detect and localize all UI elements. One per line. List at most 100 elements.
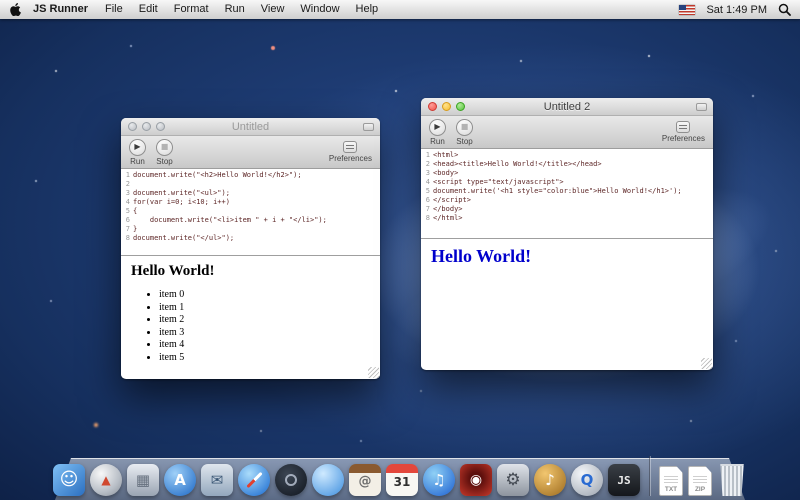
dock-item-trash[interactable] <box>717 462 747 496</box>
code-line: 6</script> <box>421 196 713 205</box>
code-text: document.write('<h1 style="color:blue">H… <box>433 187 682 196</box>
menu-view[interactable]: View <box>253 0 293 19</box>
preferences-icon <box>676 121 690 133</box>
menu-window[interactable]: Window <box>292 0 347 19</box>
output-pane[interactable]: Hello World! item 0 item 1 item 2 item 3… <box>121 255 380 378</box>
dock-item-ical[interactable]: 31 <box>386 464 418 496</box>
output-pane[interactable]: Hello World! <box>421 238 713 369</box>
close-button[interactable] <box>128 122 137 131</box>
close-button[interactable] <box>428 102 437 111</box>
apple-menu-icon[interactable] <box>10 3 21 16</box>
play-icon: ▶ <box>134 143 140 151</box>
code-text: document.write("<ul>"); <box>133 189 230 198</box>
toolbar: ▶ Run ■ Stop Preferences <box>421 116 713 149</box>
spotlight-icon[interactable] <box>778 3 791 16</box>
code-line: 6 document.write("<li>item " + i + "</li… <box>121 216 380 225</box>
dock-item-app-store[interactable]: A <box>164 464 196 496</box>
trash-icon <box>718 464 746 496</box>
run-button[interactable]: ▶ Run <box>129 139 146 166</box>
code-line: 8</html> <box>421 214 713 223</box>
code-line: 3document.write("<ul>"); <box>121 189 380 198</box>
finder-icon: ☺ <box>60 471 79 489</box>
menu-bar: JS Runner File Edit Format Run View Wind… <box>0 0 800 19</box>
dock-item-itunes[interactable]: ♫ <box>423 464 455 496</box>
line-number: 4 <box>421 178 433 187</box>
output-heading: Hello World! <box>431 246 703 267</box>
garageband-icon: ♪ <box>545 473 555 488</box>
code-editor[interactable]: 1<html> 2<head><title>Hello World!</titl… <box>421 149 713 238</box>
launchpad-rocket-icon: ▲ <box>101 474 110 486</box>
quicktime-icon: Q <box>581 473 594 488</box>
line-number: 1 <box>421 151 433 160</box>
dock-item-launchpad[interactable]: ▲ <box>90 464 122 496</box>
code-text: document.write("<h2>Hello World!</h2>"); <box>133 171 302 180</box>
stop-button[interactable]: ■ Stop <box>456 119 473 146</box>
dock-item-photo-booth[interactable]: ◉ <box>460 464 492 496</box>
minimize-button[interactable] <box>442 102 451 111</box>
mail-envelope-icon: ✉ <box>211 473 224 488</box>
code-text: { <box>133 207 137 216</box>
line-number: 5 <box>121 207 133 216</box>
dock-item-mail[interactable]: ✉ <box>201 464 233 496</box>
output-list-item: item 5 <box>159 352 370 365</box>
stop-button[interactable]: ■ Stop <box>156 139 173 166</box>
menu-clock[interactable]: Sat 1:49 PM <box>706 4 767 16</box>
menu-help[interactable]: Help <box>348 0 387 19</box>
stop-label: Stop <box>456 137 472 146</box>
toolbar-toggle-icon[interactable] <box>363 123 374 131</box>
code-line: 4<script type="text/javascript"> <box>421 178 713 187</box>
output-list-item: item 4 <box>159 339 370 352</box>
code-line: 2<head><title>Hello World!</title></head… <box>421 160 713 169</box>
run-button[interactable]: ▶ Run <box>429 119 446 146</box>
dock-item-system-preferences[interactable]: ⚙ <box>497 464 529 496</box>
zoom-button[interactable] <box>456 102 465 111</box>
line-number: 2 <box>121 180 133 189</box>
preferences-button[interactable]: Preferences <box>662 121 705 143</box>
code-editor[interactable]: 1document.write("<h2>Hello World!</h2>")… <box>121 169 380 255</box>
line-number: 6 <box>421 196 433 205</box>
dvd-player-icon <box>285 474 297 486</box>
line-number: 5 <box>421 187 433 196</box>
minimize-button[interactable] <box>142 122 151 131</box>
output-heading: Hello World! <box>131 263 370 280</box>
dock-item-finder[interactable]: ☺ <box>53 464 85 496</box>
code-line: 7} <box>121 225 380 234</box>
dock: ☺ ▲ ▦ A ✉ @ 31 ♫ ◉ ⚙ ♪ Q JS TXT ZIP <box>0 442 800 500</box>
code-line: 5document.write('<h1 style="color:blue">… <box>421 187 713 196</box>
dock-item-dvd-player[interactable] <box>275 464 307 496</box>
menu-format[interactable]: Format <box>166 0 217 19</box>
line-number: 4 <box>121 198 133 207</box>
menu-edit[interactable]: Edit <box>131 0 166 19</box>
input-source-flag-icon[interactable] <box>679 5 695 15</box>
dock-item-js-runner[interactable]: JS <box>608 464 640 496</box>
dock-item-iweb[interactable] <box>312 464 344 496</box>
itunes-note-icon: ♫ <box>432 473 445 488</box>
dock-item-quicktime[interactable]: Q <box>571 464 603 496</box>
js-runner-icon: JS <box>617 475 630 486</box>
zoom-button[interactable] <box>156 122 165 131</box>
dock-item-address-book[interactable]: @ <box>349 464 381 496</box>
title-bar[interactable]: Untitled <box>121 118 380 136</box>
code-text: } <box>133 225 137 234</box>
code-line: 5{ <box>121 207 380 216</box>
toolbar-toggle-icon[interactable] <box>696 103 707 111</box>
menu-file[interactable]: File <box>97 0 131 19</box>
dock-item-txt-document[interactable]: TXT <box>659 466 683 496</box>
line-number: 3 <box>121 189 133 198</box>
dock-item-safari[interactable] <box>238 464 270 496</box>
toolbar: ▶ Run ■ Stop Preferences <box>121 136 380 169</box>
title-bar[interactable]: Untitled 2 <box>421 98 713 116</box>
dock-item-zip-document[interactable]: ZIP <box>688 466 712 496</box>
output-list: item 0 item 1 item 2 item 3 item 4 item … <box>131 289 370 364</box>
app-menu[interactable]: JS Runner <box>24 0 97 19</box>
preferences-button[interactable]: Preferences <box>329 141 372 163</box>
output-list-item: item 0 <box>159 289 370 302</box>
menu-run[interactable]: Run <box>217 0 253 19</box>
line-number: 1 <box>121 171 133 180</box>
run-label: Run <box>130 157 145 166</box>
dock-item-mission-control[interactable]: ▦ <box>127 464 159 496</box>
dock-item-garageband[interactable]: ♪ <box>534 464 566 496</box>
code-line: 7</body> <box>421 205 713 214</box>
output-list-item: item 2 <box>159 314 370 327</box>
code-text: document.write("</ul>"); <box>133 234 234 243</box>
